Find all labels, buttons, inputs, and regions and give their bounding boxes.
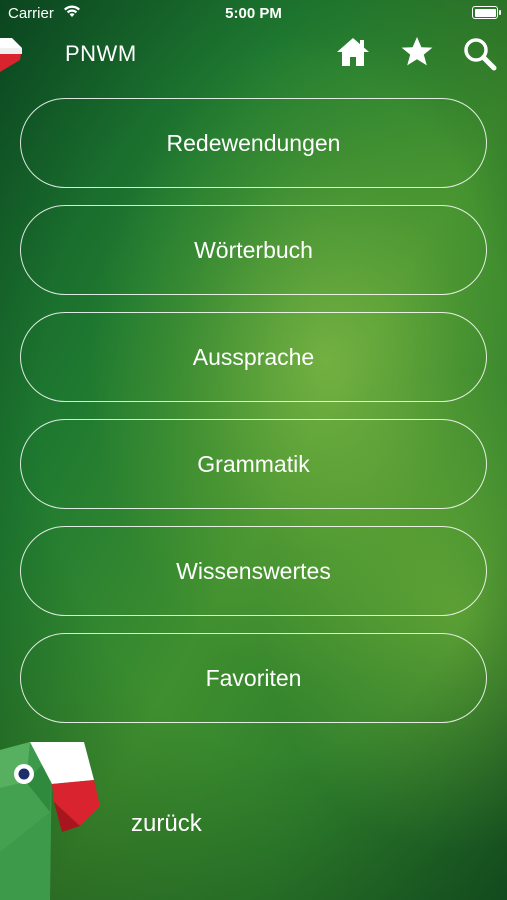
star-icon[interactable] — [400, 36, 434, 68]
search-icon[interactable] — [462, 36, 498, 72]
nav-bar: PNWM — [0, 28, 507, 80]
parrot-mascot-icon[interactable] — [0, 742, 100, 900]
menu-button-grammatik[interactable]: Grammatik — [20, 419, 487, 509]
menu-button-favoriten[interactable]: Favoriten — [20, 633, 487, 723]
flag-logo-icon — [0, 38, 22, 72]
clock: 5:00 PM — [225, 5, 282, 22]
battery-icon — [472, 6, 501, 19]
app-title: PNWM — [65, 41, 137, 66]
menu-button-woerterbuch[interactable]: Wörterbuch — [20, 205, 487, 295]
back-button[interactable]: zurück — [131, 810, 202, 838]
menu-button-wissenswertes[interactable]: Wissenswertes — [20, 526, 487, 616]
menu-button-redewendungen[interactable]: Redewendungen — [20, 98, 487, 188]
menu-button-aussprache[interactable]: Aussprache — [20, 312, 487, 402]
status-bar: Carrier 5:00 PM — [0, 0, 507, 28]
home-icon[interactable] — [336, 36, 370, 68]
main-menu: Redewendungen Wörterbuch Aussprache Gram… — [20, 98, 487, 740]
